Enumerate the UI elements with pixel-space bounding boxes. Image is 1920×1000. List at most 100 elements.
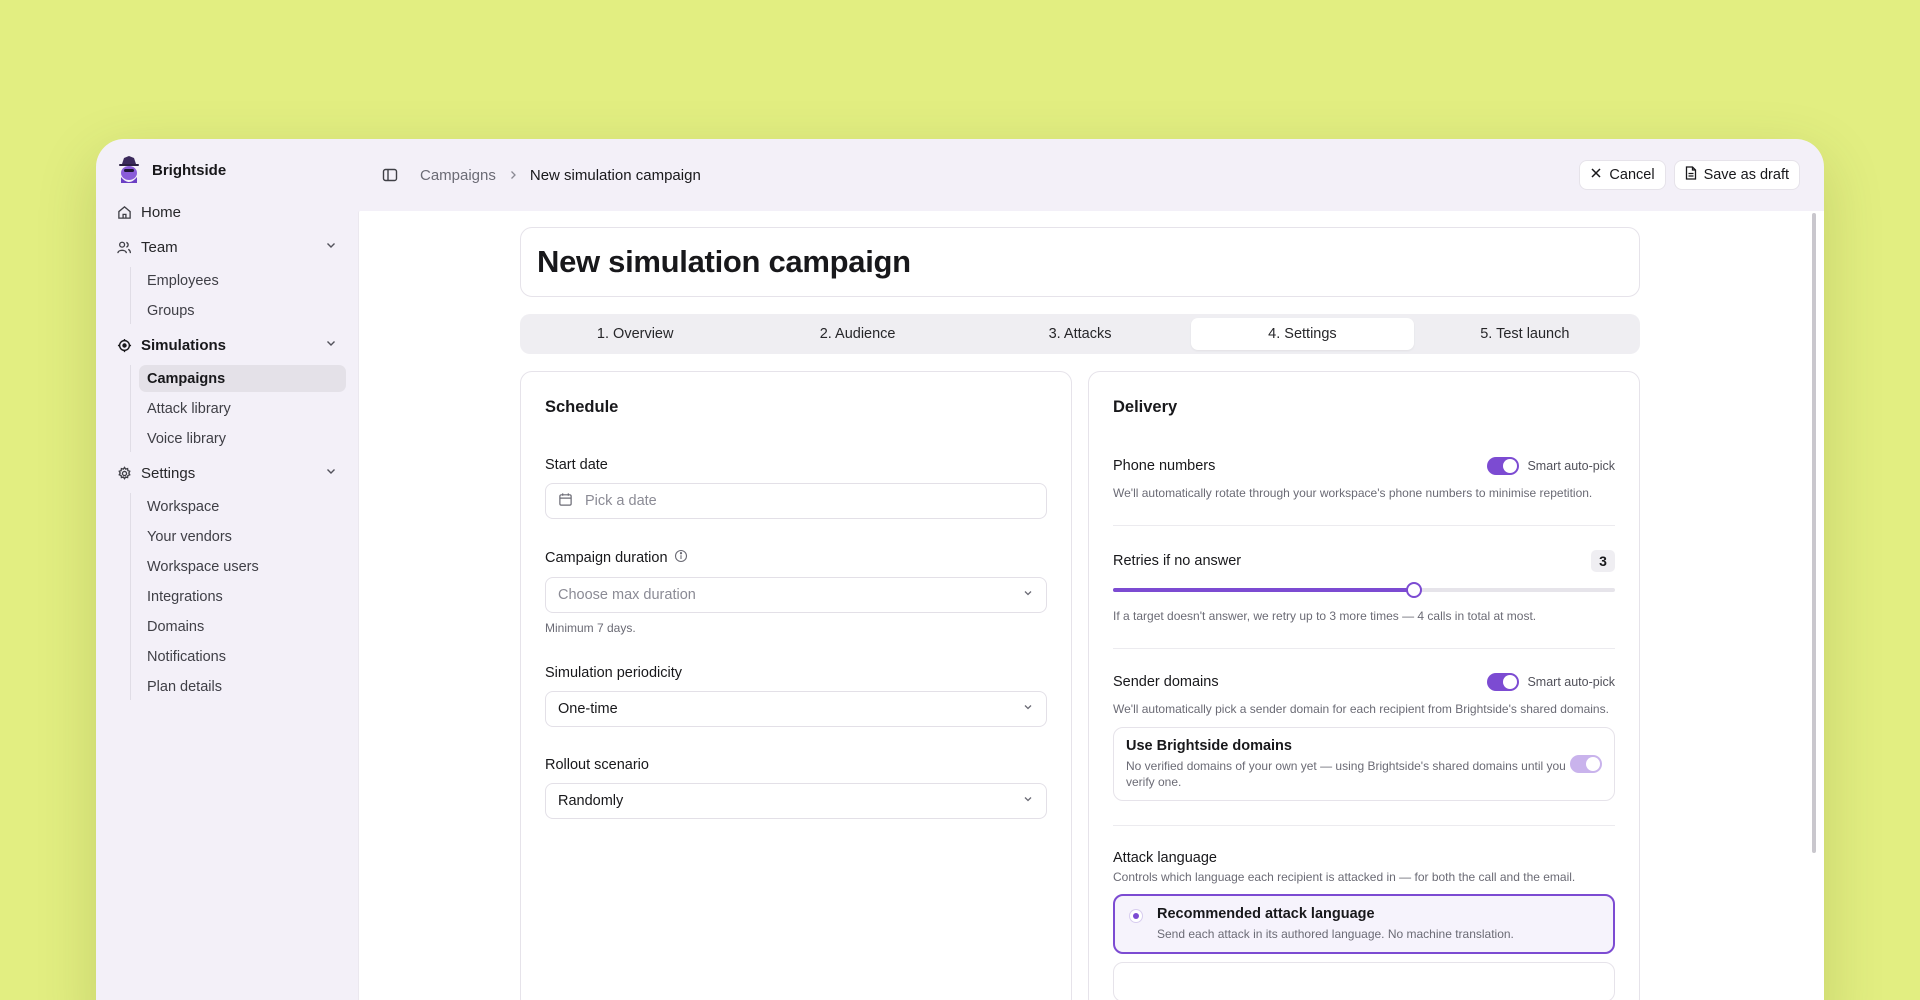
team-subnav: Employees Groups (130, 267, 346, 324)
periodicity-select[interactable]: One-time (545, 691, 1047, 727)
chevron-down-icon[interactable] (324, 336, 338, 354)
option-title: Recommended attack language (1157, 906, 1375, 922)
attack-language-label: Attack language (1113, 850, 1217, 866)
breadcrumb-campaigns[interactable]: Campaigns (420, 167, 496, 184)
save-draft-label: Save as draft (1703, 167, 1789, 183)
language-option-recommended[interactable]: Recommended attack language Send each at… (1113, 894, 1615, 954)
sidebar-item-groups[interactable]: Groups (139, 297, 346, 324)
sidebar-item-settings[interactable]: Settings (108, 458, 346, 488)
tab-audience[interactable]: 2. Audience (746, 318, 968, 350)
sidebar-item-your-vendors[interactable]: Your vendors (139, 523, 346, 550)
brightside-domains-box: Use Brightside domains No verified domai… (1113, 727, 1615, 801)
divider (1113, 825, 1615, 826)
chevron-right-icon (508, 168, 518, 183)
phone-numbers-toggle[interactable] (1487, 457, 1520, 475)
phone-numbers-row: Phone numbers Smart auto-pick (1113, 457, 1615, 475)
rollout-value: Randomly (558, 793, 624, 809)
settings-cards: Schedule Start date Pick a date Campaign… (520, 371, 1640, 1000)
brand-name: Brightside (152, 161, 227, 179)
rollout-select[interactable]: Randomly (545, 783, 1047, 819)
content-panel: New simulation campaign 1. Overview 2. A… (358, 211, 1824, 1000)
periodicity-label: Simulation periodicity (545, 665, 683, 681)
sidebar-item-home[interactable]: Home (108, 197, 346, 227)
attack-language-section: Attack language Controls which language … (1113, 850, 1615, 1000)
tab-overview[interactable]: 1. Overview (524, 318, 746, 350)
delivery-title: Delivery (1113, 398, 1178, 416)
brand-logo-icon (116, 155, 142, 185)
topbar: Campaigns New simulation campaign Cancel… (358, 139, 1824, 211)
sidebar: Brightside Home Team Employees Groups Si… (96, 139, 358, 1000)
document-icon (1685, 166, 1697, 184)
attack-language-desc: Controls which language each recipient i… (1113, 870, 1576, 884)
main-area: Campaigns New simulation campaign Cancel… (358, 139, 1824, 1000)
chevron-down-icon (1022, 793, 1034, 809)
divider (1113, 648, 1615, 649)
periodicity-value: One-time (558, 701, 618, 717)
chevron-down-icon (1022, 587, 1034, 603)
cancel-button[interactable]: Cancel (1579, 160, 1666, 190)
sidebar-item-plan-details[interactable]: Plan details (139, 673, 346, 700)
radio-selected[interactable] (1129, 909, 1143, 923)
retries-count: 3 (1591, 550, 1615, 572)
tab-attacks[interactable]: 3. Attacks (969, 318, 1191, 350)
periodicity-field: Simulation periodicity One-time (545, 665, 1047, 727)
rollout-label: Rollout scenario (545, 757, 649, 773)
duration-help: Minimum 7 days. (545, 621, 636, 635)
breadcrumb-current: New simulation campaign (529, 166, 701, 184)
duration-select[interactable]: Choose max duration (545, 577, 1047, 613)
schedule-title: Schedule (545, 398, 619, 416)
start-date-input[interactable]: Pick a date (545, 483, 1047, 519)
retries-row: Retries if no answer 3 (1113, 550, 1615, 572)
slider-thumb[interactable] (1406, 582, 1423, 598)
start-date-label: Start date (545, 457, 608, 473)
save-draft-button[interactable]: Save as draft (1673, 160, 1800, 190)
sidebar-item-campaigns[interactable]: Campaigns (139, 365, 346, 392)
sidebar-item-voice-library[interactable]: Voice library (139, 425, 346, 452)
sidebar-item-workspace-users[interactable]: Workspace users (139, 553, 346, 580)
language-option-next[interactable] (1113, 962, 1615, 1000)
sidebar-item-team[interactable]: Team (108, 232, 346, 262)
divider (1113, 525, 1615, 526)
users-icon (116, 239, 132, 255)
retries-section: Retries if no answer 3 If a target doesn… (1113, 550, 1615, 624)
smart-auto-pick-label: Smart auto-pick (1527, 675, 1615, 689)
page-title[interactable]: New simulation campaign (537, 244, 911, 280)
sidebar-item-label: Home (141, 203, 182, 221)
sidebar-item-workspace[interactable]: Workspace (139, 493, 346, 520)
campaign-form: New simulation campaign 1. Overview 2. A… (520, 227, 1640, 1000)
sidebar-item-integrations[interactable]: Integrations (139, 583, 346, 610)
cancel-label: Cancel (1609, 167, 1655, 183)
chevron-down-icon[interactable] (324, 464, 338, 482)
chevron-down-icon[interactable] (324, 238, 338, 256)
sidebar-item-label: Team (141, 238, 178, 256)
phone-numbers-section: Phone numbers Smart auto-pick We'll auto… (1113, 457, 1615, 501)
sender-domains-help: We'll automatically pick a sender domain… (1113, 702, 1609, 716)
sidebar-item-attack-library[interactable]: Attack library (139, 395, 346, 422)
sidebar-item-simulations[interactable]: Simulations (108, 330, 346, 360)
sidebar-toggle-icon[interactable] (382, 165, 402, 185)
step-tabs: 1. Overview 2. Audience 3. Attacks 4. Se… (520, 314, 1640, 354)
sidebar-item-employees[interactable]: Employees (139, 267, 346, 294)
brightside-domains-toggle[interactable] (1570, 755, 1602, 773)
settings-subnav: Workspace Your vendors Workspace users I… (130, 493, 346, 700)
brand[interactable]: Brightside (108, 153, 346, 187)
sidebar-item-domains[interactable]: Domains (139, 613, 346, 640)
brightside-domains-desc: No verified domains of your own yet — us… (1126, 759, 1566, 789)
brightside-domains-title: Use Brightside domains (1126, 738, 1292, 754)
info-icon[interactable] (674, 549, 688, 567)
retries-slider[interactable] (1113, 582, 1615, 598)
tab-settings[interactable]: 4. Settings (1191, 318, 1414, 350)
sender-domains-label: Sender domains (1113, 674, 1219, 690)
sender-domains-row: Sender domains Smart auto-pick (1113, 673, 1615, 691)
close-icon (1590, 167, 1602, 183)
start-date-placeholder: Pick a date (585, 493, 657, 509)
duration-field: Campaign duration Choose max duration Mi… (545, 549, 1047, 635)
scrollbar[interactable] (1812, 213, 1816, 853)
smart-auto-pick-label: Smart auto-pick (1527, 459, 1615, 473)
sidebar-item-label: Simulations (141, 336, 227, 354)
tab-test-launch[interactable]: 5. Test launch (1414, 318, 1636, 350)
title-card: New simulation campaign (520, 227, 1640, 297)
sidebar-item-notifications[interactable]: Notifications (139, 643, 346, 670)
retries-label: Retries if no answer (1113, 553, 1242, 569)
sender-domains-toggle[interactable] (1487, 673, 1520, 691)
